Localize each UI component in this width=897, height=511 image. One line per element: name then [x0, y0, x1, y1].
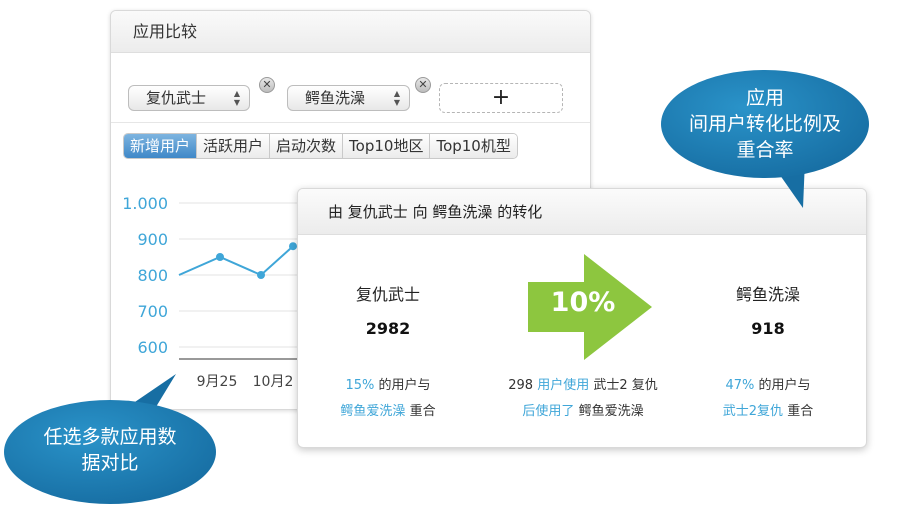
note-highlight: 后使用了 — [522, 404, 575, 419]
select-arrows-icon: ▲ ▼ — [393, 89, 401, 107]
app-select-2[interactable]: 鳄鱼洗澡 ▲ ▼ — [287, 85, 410, 111]
callout-line: 据对比 — [81, 452, 139, 474]
callout-conversion: 应用 间用户转化比例及 重合率 — [655, 68, 875, 218]
target-overlap-pct: 47% — [725, 378, 755, 393]
data-point — [289, 242, 297, 251]
series-line — [178, 245, 294, 277]
select-arrows-icon: ▲ ▼ — [233, 89, 241, 107]
source-overlap-note: 15% 的用户与 鳄鱼爱洗澡 重合 — [308, 373, 468, 425]
y-tick-label: 700 — [137, 302, 168, 321]
source-overlap-pct: 15% — [345, 378, 375, 393]
add-app-button[interactable]: + — [439, 83, 563, 113]
y-tick-label: 1.000 — [122, 194, 168, 213]
target-app-count: 918 — [751, 319, 785, 338]
conversion-user-count: 298 — [508, 378, 538, 393]
note-highlight: 用户使用 — [537, 378, 590, 393]
remove-app-2-button[interactable]: ✕ — [415, 77, 431, 93]
y-tick-label: 800 — [137, 266, 168, 285]
x-tick-label: 10月2 — [253, 374, 294, 390]
callout-line: 间用户转化比例及 — [688, 113, 841, 135]
y-tick-label: 600 — [137, 338, 168, 357]
note-app: 武士2 复仇 — [589, 378, 658, 393]
app-select-1-value: 复仇武士 — [146, 89, 207, 107]
close-icon: ✕ — [418, 78, 428, 91]
tab-top10-devices[interactable]: Top10机型 — [430, 134, 517, 158]
note-text: 的用户与 — [754, 378, 811, 393]
app-select-1[interactable]: 复仇武士 ▲ ▼ — [128, 85, 250, 111]
note-text: 的用户与 — [374, 378, 431, 393]
data-point — [216, 253, 224, 261]
tab-active-users[interactable]: 活跃用户 — [197, 134, 271, 158]
note-app: 鳄鱼爱洗澡 — [574, 404, 644, 419]
app-selector-row: 复仇武士 ▲ ▼ ✕ 鳄鱼洗澡 ▲ ▼ ✕ + — [111, 53, 590, 123]
title-suffix: 的转化 — [497, 203, 543, 221]
callout-line: 任选多款应用数 — [43, 426, 177, 448]
conversion-note: 298 用户使用 武士2 复仇 后使用了 鳄鱼爱洗澡 — [493, 373, 673, 425]
data-point — [257, 271, 265, 279]
source-app-count: 2982 — [365, 319, 411, 338]
title-prefix: 由 — [328, 203, 344, 221]
title-middle: 向 — [412, 203, 428, 221]
plus-icon: + — [491, 85, 511, 110]
compare-panel-title: 应用比较 — [111, 11, 590, 53]
title-to-app: 鳄鱼洗澡 — [432, 203, 493, 221]
tab-top10-regions[interactable]: Top10地区 — [343, 134, 431, 158]
metric-tabs: 新增用户 活跃用户 启动次数 Top10地区 Top10机型 — [123, 133, 518, 159]
callout-compare: 任选多款应用数 据对比 — [0, 360, 230, 508]
callout-compare-text: 任选多款应用数 据对比 — [0, 424, 220, 476]
y-tick-label: 900 — [137, 230, 168, 249]
target-overlap-note: 47% 的用户与 武士2复仇 重合 — [688, 373, 848, 425]
title-from-app: 复仇武士 — [347, 203, 408, 221]
target-overlap-app: 武士2复仇 — [722, 404, 784, 419]
note-text: 重合 — [783, 404, 814, 419]
callout-line: 重合率 — [736, 139, 794, 161]
callout-line: 应用 — [745, 87, 784, 109]
tab-launches[interactable]: 启动次数 — [270, 134, 344, 158]
app-select-2-value: 鳄鱼洗澡 — [305, 89, 366, 107]
callout-conversion-text: 应用 间用户转化比例及 重合率 — [655, 85, 875, 163]
source-overlap-app: 鳄鱼爱洗澡 — [340, 404, 406, 419]
target-app-name: 鳄鱼洗澡 — [735, 285, 800, 304]
note-text: 重合 — [405, 404, 436, 419]
remove-app-1-button[interactable]: ✕ — [259, 77, 275, 93]
source-app-name: 复仇武士 — [355, 285, 420, 304]
conversion-panel: 由 复仇武士 向 鳄鱼洗澡 的转化 复仇武士 2982 15% 的用户与 鳄鱼爱… — [297, 188, 867, 448]
close-icon: ✕ — [262, 78, 272, 91]
tab-new-users[interactable]: 新增用户 — [124, 134, 198, 158]
conversion-rate: 10% — [550, 287, 616, 318]
